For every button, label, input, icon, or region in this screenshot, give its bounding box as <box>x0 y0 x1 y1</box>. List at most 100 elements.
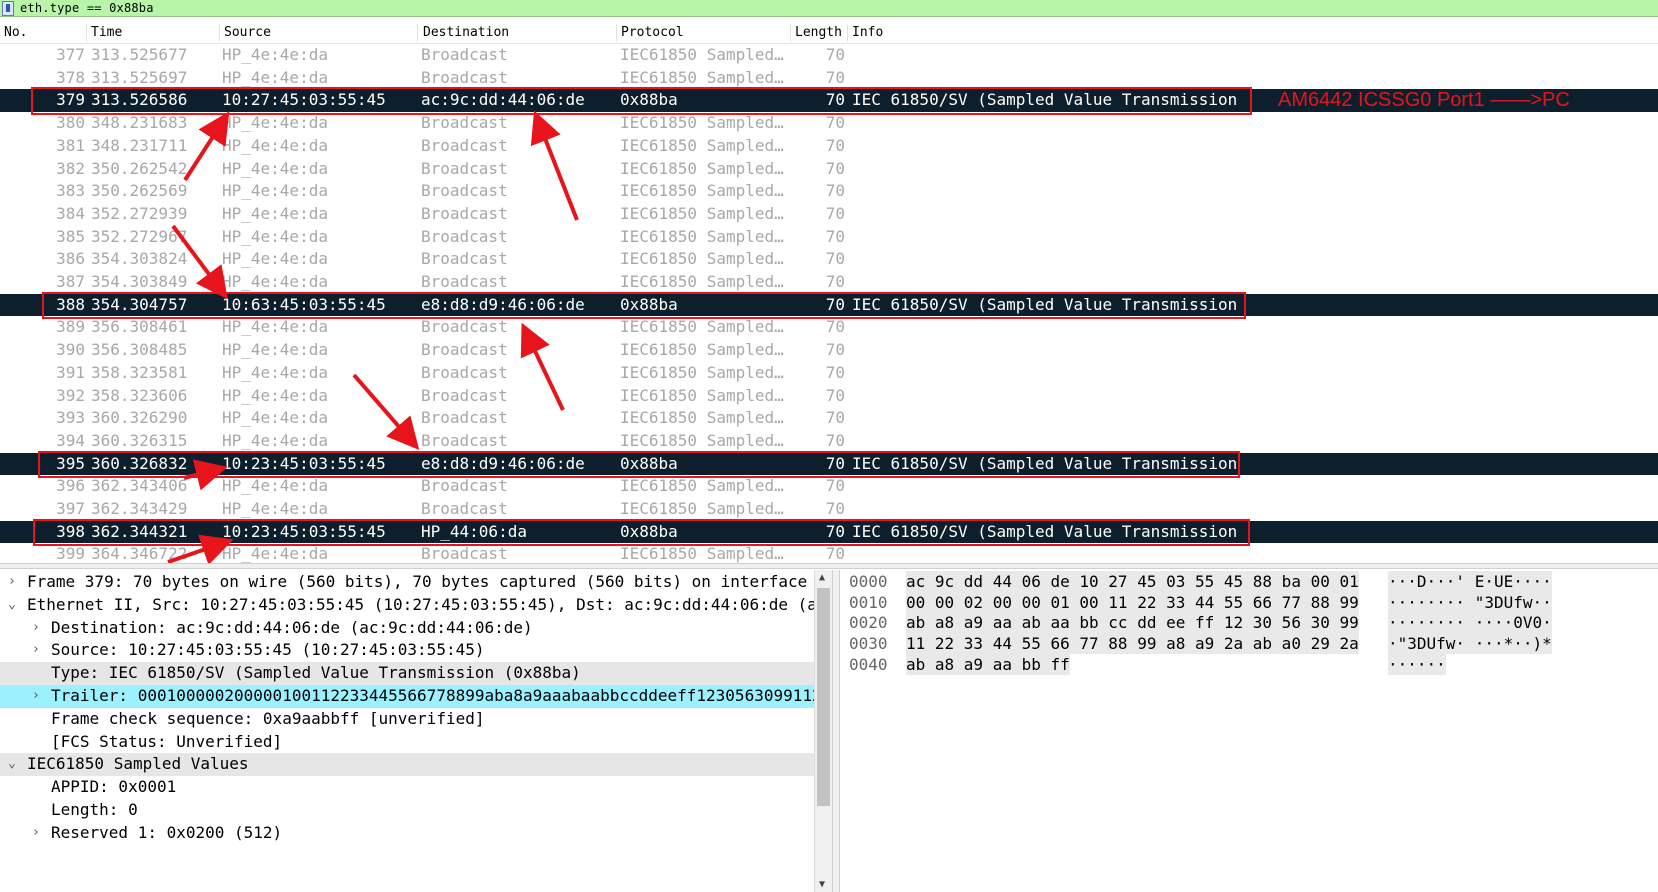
packet-row[interactable]: 396 362.343406 HP_4e:4e:da Broadcast IEC6185… <box>0 475 1658 498</box>
packet-row[interactable]: 388 354.304757 10:63:45:03:55:45 e8:d8:d9:4… <box>0 293 1658 317</box>
packet-row[interactable]: 382 350.262542 HP_4e:4e:da Broadcast IEC6185… <box>0 158 1658 181</box>
hex-ascii: ·"3DUfw· ···*··)* <box>1388 633 1552 655</box>
details-tree-item[interactable]: Length: 0 <box>0 799 814 822</box>
cell-destination: Broadcast <box>421 385 508 405</box>
packet-bytes-pane[interactable]: 0000 ac 9c dd 44 06 de 10 27 45 03 55 45 … <box>840 570 1658 892</box>
cell-source: HP_4e:4e:da <box>222 317 328 337</box>
packet-row[interactable]: 390 356.308485 HP_4e:4e:da Broadcast IEC6185… <box>0 339 1658 362</box>
cell-time: 360.326832 <box>91 453 188 473</box>
column-header-info[interactable]: Info <box>852 25 883 40</box>
packet-row[interactable]: 387 354.303849 HP_4e:4e:da Broadcast IEC6185… <box>0 271 1658 294</box>
cell-time: 354.304757 <box>91 294 188 314</box>
column-header-time[interactable]: Time <box>91 25 122 40</box>
packet-row[interactable]: 380 348.231683 HP_4e:4e:da Broadcast IEC6185… <box>0 112 1658 135</box>
pane-splitter-vertical[interactable] <box>832 570 840 892</box>
cell-time: 362.344321 <box>91 521 188 541</box>
cell-destination: Broadcast <box>421 408 508 428</box>
packet-row[interactable]: 399 364.346722 HP_4e:4e:da Broadcast IEC6185… <box>0 543 1658 563</box>
cell-length: 70 <box>825 521 845 541</box>
cell-time: 362.343429 <box>91 499 188 518</box>
cell-time: 358.323606 <box>91 385 188 405</box>
expand-chevron-icon[interactable]: › <box>32 685 40 707</box>
cell-length: 70 <box>825 113 845 133</box>
details-tree-label: IEC61850 Sampled Values <box>27 754 249 774</box>
packet-row[interactable]: 386 354.303824 HP_4e:4e:da Broadcast IEC6185… <box>0 248 1658 271</box>
details-tree-item[interactable]: › Trailer: 000100000200000100112233445566… <box>0 685 814 708</box>
cell-protocol: IEC61850 Sampled… <box>620 203 784 223</box>
packet-row[interactable]: 391 358.323581 HP_4e:4e:da Broadcast IEC6185… <box>0 362 1658 385</box>
packet-row[interactable]: 393 360.326290 HP_4e:4e:da Broadcast IEC6185… <box>0 407 1658 430</box>
column-header-length[interactable]: Length <box>795 25 842 40</box>
pane-splitter-horizontal[interactable] <box>0 563 1658 569</box>
details-tree-item[interactable]: › Reserved 1: 0x0200 (512) <box>0 822 814 845</box>
details-tree-item[interactable]: ⌄ IEC61850 Sampled Values <box>0 753 814 777</box>
packet-details-pane[interactable]: › Frame 379: 70 bytes on wire (560 bits),… <box>0 570 832 892</box>
cell-no: 382 <box>56 158 85 178</box>
cell-time: 360.326315 <box>91 430 188 450</box>
packet-row[interactable]: 389 356.308461 HP_4e:4e:da Broadcast IEC6185… <box>0 316 1658 339</box>
details-tree-item[interactable]: › Source: 10:27:45:03:55:45 (10:27:45:03:… <box>0 639 814 662</box>
cell-length: 70 <box>825 385 845 405</box>
packet-row[interactable]: 383 350.262569 HP_4e:4e:da Broadcast IEC6185… <box>0 180 1658 203</box>
cell-source: HP_4e:4e:da <box>222 430 328 450</box>
cell-protocol: IEC61850 Sampled… <box>620 476 784 496</box>
packet-row[interactable]: 384 352.272939 HP_4e:4e:da Broadcast IEC6185… <box>0 203 1658 226</box>
packet-row[interactable]: 397 362.343429 HP_4e:4e:da Broadcast IEC6185… <box>0 498 1658 521</box>
collapse-chevron-icon[interactable]: ⌄ <box>8 753 16 775</box>
cell-destination: Broadcast <box>421 544 508 563</box>
collapse-chevron-icon[interactable]: ⌄ <box>8 594 16 616</box>
packet-row[interactable]: 398 362.344321 10:23:45:03:55:45 HP_44:06:d… <box>0 520 1658 544</box>
scroll-up-icon[interactable]: ▲ <box>819 572 825 583</box>
cell-destination: e8:d8:d9:46:06:de <box>421 453 585 473</box>
expand-chevron-icon[interactable]: › <box>8 571 16 593</box>
cell-time: 352.272939 <box>91 203 188 223</box>
expand-chevron-icon[interactable]: › <box>32 822 40 844</box>
cell-source: HP_4e:4e:da <box>222 340 328 360</box>
details-tree-item[interactable]: › Frame 379: 70 bytes on wire (560 bits),… <box>0 571 814 594</box>
hex-offset: 0040 <box>849 654 888 674</box>
hex-ascii: ······ <box>1388 653 1446 675</box>
packet-row[interactable]: 395 360.326832 10:23:45:03:55:45 e8:d8:d9:4… <box>0 452 1658 476</box>
details-tree-item[interactable]: APPID: 0x0001 <box>0 776 814 799</box>
cell-source: HP_4e:4e:da <box>222 67 328 87</box>
details-tree-item[interactable]: › Destination: ac:9c:dd:44:06:de (ac:9c:d… <box>0 617 814 640</box>
expand-chevron-icon[interactable]: › <box>32 639 40 661</box>
packet-row[interactable]: 392 358.323606 HP_4e:4e:da Broadcast IEC6185… <box>0 385 1658 408</box>
column-header-destination[interactable]: Destination <box>423 25 509 40</box>
packet-row[interactable]: 378 313.525697 HP_4e:4e:da Broadcast IEC6185… <box>0 67 1658 90</box>
cell-protocol: IEC61850 Sampled… <box>620 45 784 64</box>
packet-row[interactable]: 381 348.231711 HP_4e:4e:da Broadcast IEC6185… <box>0 135 1658 158</box>
cell-destination: Broadcast <box>421 340 508 360</box>
cell-destination: ac:9c:dd:44:06:de <box>421 90 585 110</box>
cell-time: 352.272967 <box>91 226 188 246</box>
cell-no: 383 <box>56 181 85 201</box>
details-tree-item[interactable]: Type: IEC 61850/SV (Sampled Value Transm… <box>0 662 814 685</box>
cell-protocol: IEC61850 Sampled… <box>620 113 784 133</box>
packet-row[interactable]: 377 313.525677 HP_4e:4e:da Broadcast IEC6185… <box>0 44 1658 67</box>
scrollbar-thumb[interactable] <box>817 588 830 806</box>
cell-protocol: IEC61850 Sampled… <box>620 385 784 405</box>
scroll-down-icon[interactable]: ▼ <box>819 879 825 890</box>
display-filter-bar[interactable]: eth.type == 0x88ba <box>0 0 1658 17</box>
column-header-no[interactable]: No. <box>4 25 27 40</box>
bookmark-icon[interactable] <box>2 0 14 16</box>
packet-row[interactable]: 385 352.272967 HP_4e:4e:da Broadcast IEC6185… <box>0 226 1658 249</box>
cell-no: 398 <box>56 521 85 541</box>
cell-length: 70 <box>825 430 845 450</box>
cell-length: 70 <box>825 158 845 178</box>
details-tree-label: Frame check sequence: 0xa9aabbff [unveri… <box>51 708 485 728</box>
cell-no: 396 <box>56 476 85 496</box>
details-tree-item[interactable]: ⌄ Ethernet II, Src: 10:27:45:03:55:45 (10… <box>0 594 814 617</box>
details-tree-label: APPID: 0x0001 <box>51 777 177 797</box>
packet-row[interactable]: 394 360.326315 HP_4e:4e:da Broadcast IEC6185… <box>0 430 1658 453</box>
column-header-protocol[interactable]: Protocol <box>621 25 684 40</box>
expand-chevron-icon[interactable]: › <box>32 617 40 639</box>
details-scrollbar[interactable]: ▲ ▼ <box>814 570 832 892</box>
cell-no: 380 <box>56 113 85 133</box>
cell-info: IEC 61850/SV (Sampled Value Transmission <box>852 294 1238 314</box>
cell-protocol: IEC61850 Sampled… <box>620 181 784 201</box>
details-tree-item[interactable]: [FCS Status: Unverified] <box>0 731 814 754</box>
display-filter-input[interactable]: eth.type == 0x88ba <box>20 1 154 15</box>
column-header-source[interactable]: Source <box>224 25 271 40</box>
details-tree-item[interactable]: Frame check sequence: 0xa9aabbff [unveri… <box>0 708 814 731</box>
